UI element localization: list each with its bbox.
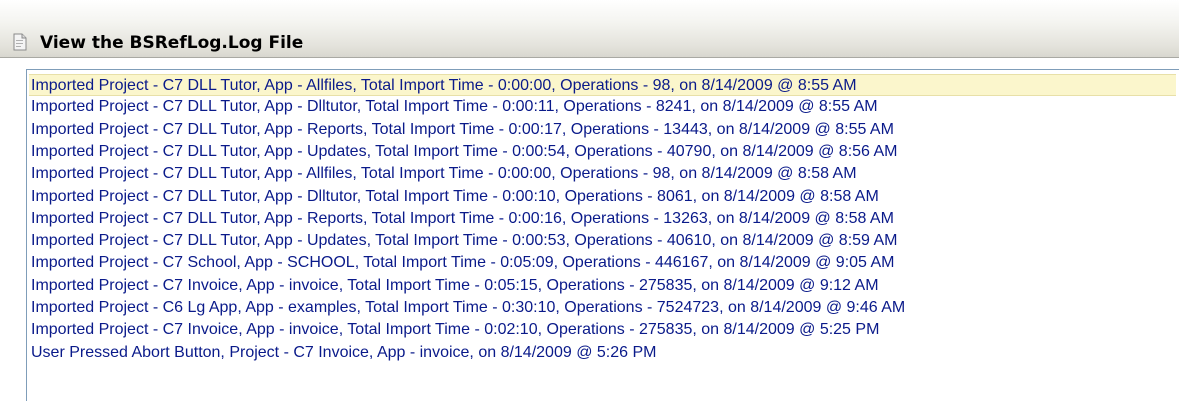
list-item[interactable]: Imported Project - C7 DLL Tutor, App - A… bbox=[29, 163, 1176, 185]
list-item[interactable]: Imported Project - C7 DLL Tutor, App - R… bbox=[29, 208, 1176, 230]
log-list[interactable]: Imported Project - C7 DLL Tutor, App - A… bbox=[26, 69, 1179, 401]
document-icon bbox=[10, 32, 30, 52]
list-item[interactable]: Imported Project - C7 Invoice, App - inv… bbox=[29, 275, 1176, 297]
list-item[interactable]: Imported Project - C7 School, App - SCHO… bbox=[29, 252, 1176, 274]
list-item[interactable]: Imported Project - C7 Invoice, App - inv… bbox=[29, 319, 1176, 341]
list-item[interactable]: Imported Project - C7 DLL Tutor, App - U… bbox=[29, 230, 1176, 252]
list-item[interactable]: Imported Project - C7 DLL Tutor, App - U… bbox=[29, 141, 1176, 163]
list-item[interactable]: Imported Project - C7 DLL Tutor, App - R… bbox=[29, 119, 1176, 141]
list-item[interactable]: Imported Project - C6 Lg App, App - exam… bbox=[29, 297, 1176, 319]
list-item-selected[interactable]: Imported Project - C7 DLL Tutor, App - A… bbox=[29, 74, 1176, 96]
list-item[interactable]: Imported Project - C7 DLL Tutor, App - D… bbox=[29, 96, 1176, 118]
title-bar: View the BSRefLog.Log File bbox=[0, 0, 1179, 58]
log-viewer-window: View the BSRefLog.Log File Imported Proj… bbox=[0, 0, 1179, 401]
list-item[interactable]: User Pressed Abort Button, Project - C7 … bbox=[29, 342, 1176, 364]
list-item[interactable]: Imported Project - C7 DLL Tutor, App - D… bbox=[29, 186, 1176, 208]
window-title: View the BSRefLog.Log File bbox=[40, 33, 304, 53]
